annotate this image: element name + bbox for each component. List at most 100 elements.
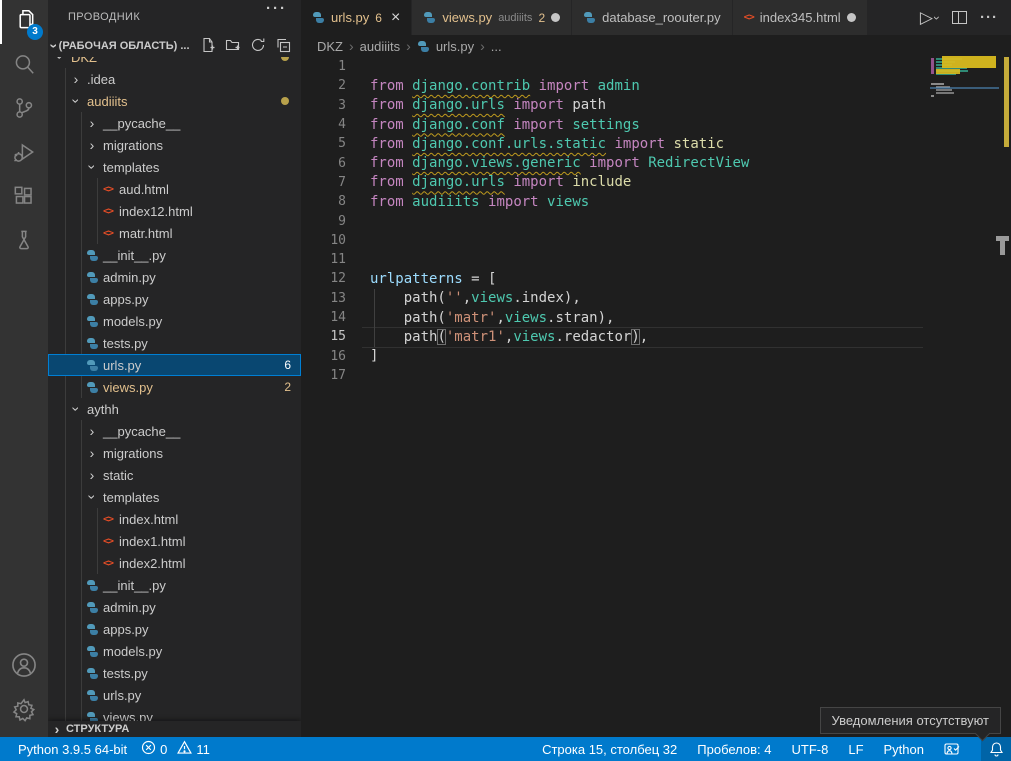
- minimap[interactable]: [930, 55, 999, 125]
- run-button[interactable]: ▷ ›: [920, 8, 939, 28]
- chevron-down-icon: ›: [69, 98, 83, 103]
- html-icon: <>: [744, 12, 754, 23]
- status-python[interactable]: Python: [884, 742, 924, 757]
- code-line-13[interactable]: 13 path('',views.index),: [301, 289, 930, 308]
- activity-extensions[interactable]: [0, 176, 48, 220]
- python-interpreter[interactable]: Python 3.9.5 64-bit: [18, 742, 127, 757]
- new-file-icon[interactable]: [200, 37, 216, 56]
- code-line-4[interactable]: 4from django.conf import settings: [301, 115, 930, 134]
- line-content: urlpatterns = [: [370, 271, 496, 287]
- code-line-6[interactable]: 6from django.views.generic import Redire…: [301, 153, 930, 172]
- status-строка-15-столбец-32[interactable]: Строка 15, столбец 32: [542, 742, 677, 757]
- tree-item-urls-py[interactable]: urls.py: [48, 684, 301, 706]
- python-icon: [86, 293, 99, 306]
- minimap-warning-highlight: [942, 56, 996, 68]
- tree-item--init-py[interactable]: __init__.py: [48, 574, 301, 596]
- feedback-icon[interactable]: [944, 737, 961, 761]
- tab-index345-html[interactable]: <>index345.html: [733, 0, 868, 35]
- tree-item-static[interactable]: ›static: [48, 464, 301, 486]
- tree-item-urls-py[interactable]: urls.py6: [48, 354, 301, 376]
- tree-item-models-py[interactable]: models.py: [48, 310, 301, 332]
- tree-item--pycache-[interactable]: ›__pycache__: [48, 112, 301, 134]
- refresh-icon[interactable]: [250, 37, 266, 56]
- status-пробелов-4[interactable]: Пробелов: 4: [697, 742, 771, 757]
- tree-item-migrations[interactable]: ›migrations: [48, 442, 301, 464]
- tree-item-label: migrations: [103, 138, 163, 153]
- status-utf-8[interactable]: UTF-8: [792, 742, 829, 757]
- tab-database-roouter-py[interactable]: database_roouter.py: [572, 0, 733, 35]
- code-line-5[interactable]: 5from django.conf.urls.static import sta…: [301, 134, 930, 153]
- collapse-all-icon[interactable]: [275, 37, 291, 56]
- code-line-11[interactable]: 11: [301, 250, 930, 269]
- activity-testing[interactable]: [0, 220, 48, 264]
- tree-item-dkz[interactable]: ›DKZ: [48, 57, 301, 68]
- status-lf[interactable]: LF: [848, 742, 863, 757]
- bell-icon[interactable]: [981, 737, 1011, 761]
- code-line-1[interactable]: 1: [301, 57, 930, 76]
- code-line-8[interactable]: 8from audiiits import views: [301, 192, 930, 211]
- code-line-17[interactable]: 17: [301, 366, 930, 385]
- tree-item--pycache-[interactable]: ›__pycache__: [48, 420, 301, 442]
- tree-item-index1-html[interactable]: <>index1.html: [48, 530, 301, 552]
- code-line-15[interactable]: 15 path('matr1',views.redactor),: [301, 327, 930, 346]
- activity-source-control[interactable]: [0, 88, 48, 132]
- tree-item-aud-html[interactable]: <>aud.html: [48, 178, 301, 200]
- tree-item-models-py[interactable]: models.py: [48, 640, 301, 662]
- outline-section-header[interactable]: › СТРУКТУРА: [48, 721, 301, 737]
- tree-item-templates[interactable]: ›templates: [48, 486, 301, 508]
- tree-item-audiiits[interactable]: ›audiiits: [48, 90, 301, 112]
- tree-item-index-html[interactable]: <>index.html: [48, 508, 301, 530]
- tab-urls-py[interactable]: urls.py6×: [301, 0, 412, 35]
- workspace-section-header[interactable]: › (РАБОЧАЯ ОБЛАСТЬ) ...: [48, 35, 301, 57]
- tree-item-views-py[interactable]: views.py: [48, 706, 301, 721]
- line-number: 15: [301, 329, 346, 344]
- activity-search[interactable]: [0, 44, 48, 88]
- tree-item-apps-py[interactable]: apps.py: [48, 288, 301, 310]
- code-line-16[interactable]: 16]: [301, 346, 930, 365]
- tree-item-index2-html[interactable]: <>index2.html: [48, 552, 301, 574]
- chevron-down-icon: ›: [48, 44, 61, 49]
- code-line-2[interactable]: 2from django.contrib import admin: [301, 76, 930, 95]
- tree-item-apps-py[interactable]: apps.py: [48, 618, 301, 640]
- breadcrumb-item--[interactable]: ...: [491, 39, 502, 54]
- activity-run-debug[interactable]: [0, 132, 48, 176]
- code-line-7[interactable]: 7from django.urls import include: [301, 173, 930, 192]
- breadcrumb-item-audiiits[interactable]: audiiits: [360, 39, 400, 54]
- tree-item-aythh[interactable]: ›aythh: [48, 398, 301, 420]
- activity-account[interactable]: [0, 645, 48, 689]
- notification-toast: Уведомления отсутствуют: [820, 707, 1001, 734]
- tree-item--init-py[interactable]: __init__.py: [48, 244, 301, 266]
- tree-item-label: __init__.py: [103, 578, 166, 593]
- scrollbar-slider[interactable]: [1000, 241, 1005, 255]
- tree-item-index12-html[interactable]: <>index12.html: [48, 200, 301, 222]
- code-line-12[interactable]: 12urlpatterns = [: [301, 269, 930, 288]
- tree-item-label: index2.html: [119, 556, 185, 571]
- code-line-14[interactable]: 14 path('matr',views.stran),: [301, 308, 930, 327]
- chevron-right-icon: ›: [90, 138, 95, 152]
- close-icon[interactable]: ×: [391, 10, 400, 26]
- tab-views-py[interactable]: views.pyaudiiits2: [412, 0, 572, 35]
- tree-item-migrations[interactable]: › migrations: [48, 134, 301, 156]
- activity-explorer[interactable]: 3: [0, 0, 48, 44]
- split-editor-icon[interactable]: [952, 11, 967, 24]
- tree-item-tests-py[interactable]: tests.py: [48, 662, 301, 684]
- tree-item-admin-py[interactable]: admin.py: [48, 596, 301, 618]
- tree-item-tests-py[interactable]: tests.py: [48, 332, 301, 354]
- tree-item-templates[interactable]: ›templates: [48, 156, 301, 178]
- code-area[interactable]: 12from django.contrib import admin3from …: [301, 57, 930, 385]
- code-line-3[interactable]: 3from django.urls import path: [301, 96, 930, 115]
- tree-item-admin-py[interactable]: admin.py: [48, 266, 301, 288]
- sidebar-more-actions[interactable]: ···: [266, 0, 287, 17]
- tree-item--idea[interactable]: ›.idea: [48, 68, 301, 90]
- editor-more-actions[interactable]: ···: [980, 9, 998, 26]
- problems-indicator[interactable]: 0 11: [141, 740, 210, 758]
- line-number: 13: [301, 291, 346, 306]
- breadcrumb-item-urls-py[interactable]: urls.py: [436, 39, 474, 54]
- activity-settings[interactable]: [0, 689, 48, 733]
- new-folder-icon[interactable]: [225, 37, 241, 56]
- tree-item-matr-html[interactable]: <>matr.html: [48, 222, 301, 244]
- tree-item-views-py[interactable]: views.py2: [48, 376, 301, 398]
- code-line-9[interactable]: 9: [301, 211, 930, 230]
- breadcrumb-item-dkz[interactable]: DKZ: [317, 39, 343, 54]
- code-line-10[interactable]: 10: [301, 231, 930, 250]
